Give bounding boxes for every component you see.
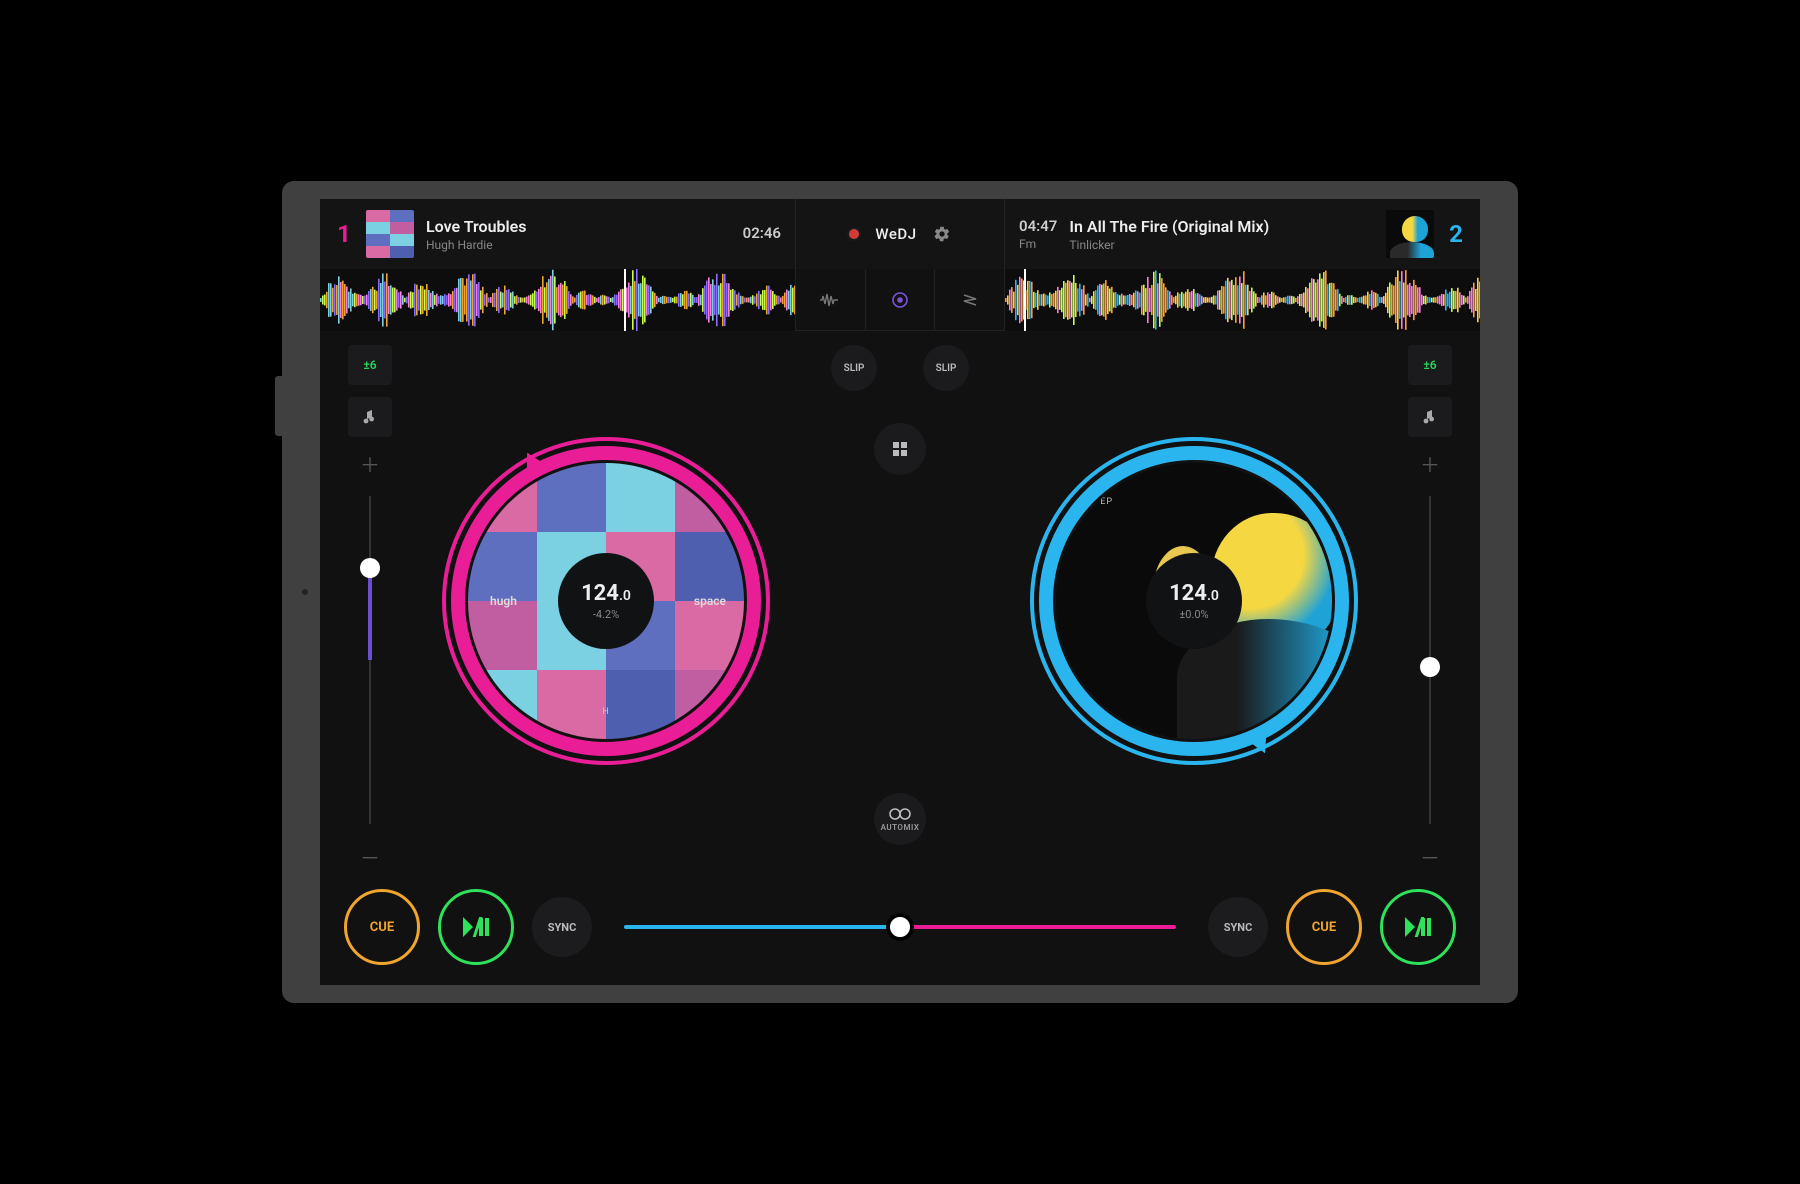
deck1-track-title: Love Troubles (426, 217, 731, 236)
tablet-camera (302, 589, 308, 595)
automix-button[interactable]: AUTOMIX (874, 793, 926, 845)
deck1-keylock-button[interactable] (348, 397, 392, 437)
deck1-jog-label-right: space (694, 594, 726, 608)
deck2-track-title: In All The Fire (Original Mix) (1069, 217, 1374, 236)
deck2-keylock-button[interactable] (1408, 397, 1452, 437)
deck1-slip-button[interactable]: SLIP (831, 345, 877, 391)
deck2-tempo-plus[interactable]: ＋ (1420, 449, 1440, 478)
center-controls: SLIP SLIP AUTOMIX (831, 331, 969, 871)
deck2-key: Fm (1019, 237, 1057, 251)
deck1-jog-label-left: hugh (490, 594, 517, 608)
view-mode-tabs (795, 269, 1005, 331)
deck1-tempo-minus[interactable]: － (360, 842, 380, 871)
deck2-track-artist: Tinlicker (1069, 238, 1374, 252)
deck-center: hugh space 124.0 -4.2% H SLIP SLIP (420, 331, 1380, 871)
app-title-bar: WeDJ (795, 199, 1005, 269)
deck1-bpm-display: 124.0 -4.2% (558, 553, 654, 649)
deck1-cue-button[interactable]: CUE (344, 889, 420, 965)
deck2-jog-wheel[interactable]: ER ATIC EP 124.0 ±0.0% (1024, 431, 1364, 771)
deck1-jog-wheel[interactable]: hugh space 124.0 -4.2% H (436, 431, 776, 771)
tablet-frame: 1 Love Troubles Hugh Hardie 02:46 (282, 181, 1518, 1003)
deck1-duration: 02:46 (743, 224, 781, 242)
pad-grid-button[interactable] (874, 423, 926, 475)
deck2-side-controls: ±6 ＋ － (1380, 331, 1480, 871)
deck1-time-col: 02:46 (743, 224, 781, 244)
deck2-playhead-icon[interactable] (1024, 269, 1026, 331)
deck1-track-artist: Hugh Hardie (426, 238, 731, 252)
deck1-tempo-slider[interactable] (368, 496, 372, 824)
app-name: WeDJ (875, 225, 916, 243)
mode-disc-button[interactable] (866, 269, 936, 330)
deck1-album-art (366, 210, 414, 258)
deck2-bpm-display: 124.0 ±0.0% (1146, 553, 1242, 649)
deck2-sync-button[interactable]: SYNC (1208, 897, 1268, 957)
deck2-duration: 04:47 (1019, 217, 1057, 235)
deck2-time-col: 04:47 Fm (1019, 217, 1057, 251)
deck2-tempo-minus[interactable]: － (1420, 842, 1440, 871)
settings-icon[interactable] (933, 225, 951, 243)
deck2-header[interactable]: 2 In All The Fire (Original Mix) Tinlick… (1005, 199, 1480, 269)
mode-fx-button[interactable] (935, 269, 1004, 330)
deck2-album-art (1386, 210, 1434, 258)
deck2-number: 2 (1446, 220, 1466, 248)
deck1-sync-button[interactable]: SYNC (532, 897, 592, 957)
waveform-row (320, 269, 1480, 331)
deck1-side-controls: ±6 ＋ － (320, 331, 420, 871)
deck2-tempo-slider[interactable] (1428, 496, 1432, 824)
mode-waveform-button[interactable] (796, 269, 866, 330)
deck1-tempo-range-button[interactable]: ±6 (348, 345, 392, 385)
crossfader[interactable] (624, 923, 1176, 931)
deck1-waveform[interactable] (320, 269, 795, 331)
deck1-number: 1 (334, 220, 354, 248)
deck2-slip-button[interactable]: SLIP (923, 345, 969, 391)
deck1-playhead-icon[interactable] (624, 269, 626, 331)
deck1-track-meta: Love Troubles Hugh Hardie (426, 217, 731, 252)
transport-row: CUE SYNC SYNC CUE (320, 871, 1480, 983)
main-deck-area: ±6 ＋ － (320, 331, 1480, 871)
app-screen: 1 Love Troubles Hugh Hardie 02:46 (320, 199, 1480, 985)
crossfader-knob-icon[interactable] (886, 913, 914, 941)
deck2-waveform[interactable] (1005, 269, 1480, 331)
deck1-header[interactable]: 1 Love Troubles Hugh Hardie 02:46 (320, 199, 795, 269)
deck2-tempo-range-button[interactable]: ±6 (1408, 345, 1452, 385)
top-bar: 1 Love Troubles Hugh Hardie 02:46 (320, 199, 1480, 269)
deck1-play-button[interactable] (438, 889, 514, 965)
deck1-jog-small-text: H (602, 707, 609, 717)
deck2-play-button[interactable] (1380, 889, 1456, 965)
deck1-tempo-plus[interactable]: ＋ (360, 449, 380, 478)
deck2-cue-button[interactable]: CUE (1286, 889, 1362, 965)
record-indicator-icon[interactable] (849, 229, 859, 239)
